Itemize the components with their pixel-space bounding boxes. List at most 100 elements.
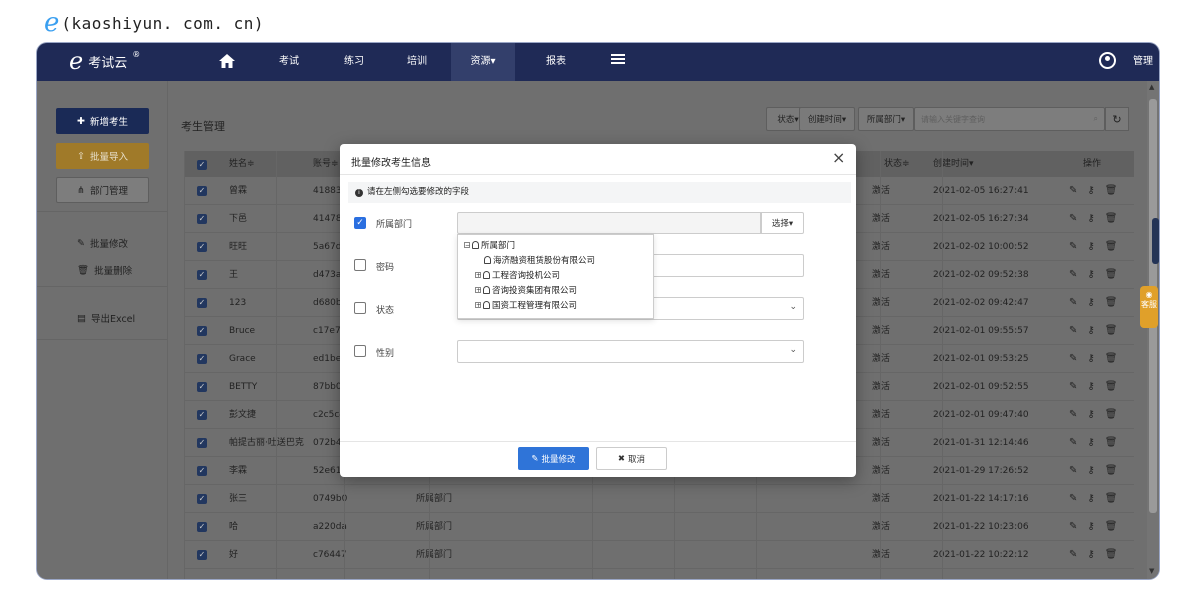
trash-icon[interactable]: 🗑 — [1105, 233, 1118, 261]
key-icon[interactable]: ⚷ — [1087, 457, 1094, 485]
nav-exam[interactable]: 考试 — [269, 43, 309, 81]
edit-icon[interactable]: ✎ — [1069, 177, 1077, 205]
select-all-checkbox[interactable]: ✓ — [197, 160, 207, 170]
customer-service-tab[interactable]: ◉ 客服 — [1140, 286, 1158, 328]
row-checkbox[interactable]: ✓ — [197, 522, 207, 532]
col-created[interactable]: 创建时间▾ — [933, 151, 974, 177]
edit-icon[interactable]: ✎ — [1069, 429, 1077, 457]
tree-node[interactable]: + 咨询投资集团有限公司 — [475, 284, 577, 296]
nav-resources[interactable]: 资源▾ — [451, 43, 515, 81]
col-status[interactable]: 状态≑ — [884, 151, 910, 177]
key-icon[interactable]: ⚷ — [1087, 345, 1094, 373]
scroll-down-icon[interactable]: ▼ — [1149, 567, 1154, 575]
close-icon[interactable]: × — [832, 148, 845, 167]
edit-icon[interactable]: ✎ — [1069, 233, 1077, 261]
tree-node[interactable]: + 工程咨询投机公司 — [475, 269, 560, 281]
search-input[interactable]: 请输入关键字查询 ⌕ — [914, 107, 1105, 131]
trash-icon[interactable]: 🗑 — [1105, 261, 1118, 289]
key-icon[interactable]: ⚷ — [1087, 541, 1094, 569]
table-row[interactable]: ✓ 好 c76447 所属部门 激活 2021-01-22 10:22:12 ✎ ⚷ 🗑 — [184, 541, 1134, 569]
user-icon[interactable] — [1099, 52, 1116, 69]
tree-node-root[interactable]: − 所属部门 — [464, 239, 515, 251]
trash-icon[interactable]: 🗑 — [1105, 429, 1118, 457]
key-icon[interactable]: ⚷ — [1087, 205, 1094, 233]
batch-delete-link[interactable]: 🗑 批量删除 — [77, 263, 132, 278]
edit-icon[interactable]: ✎ — [1069, 317, 1077, 345]
row-checkbox[interactable]: ✓ — [197, 270, 207, 280]
batch-import-button[interactable]: ⇪ 批量导入 — [56, 143, 149, 169]
row-checkbox[interactable]: ✓ — [197, 326, 207, 336]
edit-icon[interactable]: ✎ — [1069, 261, 1077, 289]
dept-field-checkbox[interactable]: ✓ — [354, 217, 366, 229]
nav-admin[interactable]: 管理 — [1133, 43, 1153, 81]
key-icon[interactable]: ⚷ — [1087, 289, 1094, 317]
batch-save-button[interactable]: ✎ 批量修改 — [518, 447, 589, 470]
add-examinee-button[interactable]: ✚ 新增考生 — [56, 108, 149, 134]
password-field-checkbox[interactable] — [354, 259, 366, 271]
row-checkbox[interactable]: ✓ — [197, 410, 207, 420]
key-icon[interactable]: ⚷ — [1087, 233, 1094, 261]
trash-icon[interactable]: 🗑 — [1105, 177, 1118, 205]
key-icon[interactable]: ⚷ — [1087, 317, 1094, 345]
edit-icon[interactable]: ✎ — [1069, 345, 1077, 373]
home-icon[interactable] — [218, 52, 236, 70]
row-checkbox[interactable]: ✓ — [197, 382, 207, 392]
tree-node[interactable]: + 国资工程管理有限公司 — [475, 299, 577, 311]
brand-logo[interactable]: e 考试云 ® — [69, 49, 140, 73]
nav-practice[interactable]: 练习 — [334, 43, 374, 81]
row-checkbox[interactable]: ✓ — [197, 242, 207, 252]
status-field-checkbox[interactable] — [354, 302, 366, 314]
trash-icon[interactable]: 🗑 — [1105, 317, 1118, 345]
key-icon[interactable]: ⚷ — [1087, 513, 1094, 541]
row-checkbox[interactable]: ✓ — [197, 550, 207, 560]
side-handle[interactable] — [1152, 218, 1159, 264]
edit-icon[interactable]: ✎ — [1069, 289, 1077, 317]
edit-icon[interactable]: ✎ — [1069, 513, 1077, 541]
col-account[interactable]: 账号≑ — [313, 151, 339, 177]
key-icon[interactable]: ⚷ — [1087, 401, 1094, 429]
row-checkbox[interactable]: ✓ — [197, 214, 207, 224]
trash-icon[interactable]: 🗑 — [1105, 457, 1118, 485]
gender-field-checkbox[interactable] — [354, 345, 366, 357]
export-excel-link[interactable]: ▤ 导出Excel — [77, 311, 135, 326]
row-checkbox[interactable]: ✓ — [197, 186, 207, 196]
collapse-icon[interactable]: − — [464, 242, 470, 249]
tree-node[interactable]: 海济融资租赁股份有限公司 — [484, 254, 595, 266]
list-icon[interactable] — [611, 54, 625, 68]
dept-filter-button[interactable]: 所属部门▾ — [858, 107, 914, 131]
row-checkbox[interactable]: ✓ — [197, 438, 207, 448]
row-checkbox[interactable]: ✓ — [197, 298, 207, 308]
edit-icon[interactable]: ✎ — [1069, 541, 1077, 569]
edit-icon[interactable]: ✎ — [1069, 205, 1077, 233]
search-icon[interactable]: ⌕ — [1094, 114, 1098, 124]
gender-field-select[interactable]: ⌄ — [457, 340, 804, 363]
dept-manage-button[interactable]: ⋔ 部门管理 — [56, 177, 149, 203]
table-row[interactable]: ✓ 张三 0749b0 所属部门 激活 2021-01-22 14:17:16 ✎ ⚷ 🗑 — [184, 485, 1134, 513]
trash-icon[interactable]: 🗑 — [1105, 401, 1118, 429]
row-checkbox[interactable]: ✓ — [197, 494, 207, 504]
trash-icon[interactable]: 🗑 — [1105, 289, 1118, 317]
edit-icon[interactable]: ✎ — [1069, 401, 1077, 429]
edit-icon[interactable]: ✎ — [1069, 457, 1077, 485]
key-icon[interactable]: ⚷ — [1087, 429, 1094, 457]
key-icon[interactable]: ⚷ — [1087, 261, 1094, 289]
key-icon[interactable]: ⚷ — [1087, 373, 1094, 401]
key-icon[interactable]: ⚷ — [1087, 177, 1094, 205]
row-checkbox[interactable]: ✓ — [197, 466, 207, 476]
scroll-up-icon[interactable]: ▲ — [1149, 83, 1154, 91]
trash-icon[interactable]: 🗑 — [1105, 205, 1118, 233]
col-name[interactable]: 姓名≑ — [229, 151, 255, 177]
edit-icon[interactable]: ✎ — [1069, 485, 1077, 513]
trash-icon[interactable]: 🗑 — [1105, 345, 1118, 373]
expand-icon[interactable]: + — [475, 272, 481, 279]
dept-select-button[interactable]: 选择▾ — [761, 212, 804, 234]
refresh-icon[interactable]: ↻ — [1105, 107, 1129, 131]
expand-icon[interactable]: + — [475, 287, 481, 294]
trash-icon[interactable]: 🗑 — [1105, 373, 1118, 401]
row-checkbox[interactable]: ✓ — [197, 354, 207, 364]
trash-icon[interactable]: 🗑 — [1105, 485, 1118, 513]
cancel-button[interactable]: ✖ 取消 — [596, 447, 667, 470]
nav-reports[interactable]: 报表 — [536, 43, 576, 81]
key-icon[interactable]: ⚷ — [1087, 485, 1094, 513]
expand-icon[interactable]: + — [475, 302, 481, 309]
